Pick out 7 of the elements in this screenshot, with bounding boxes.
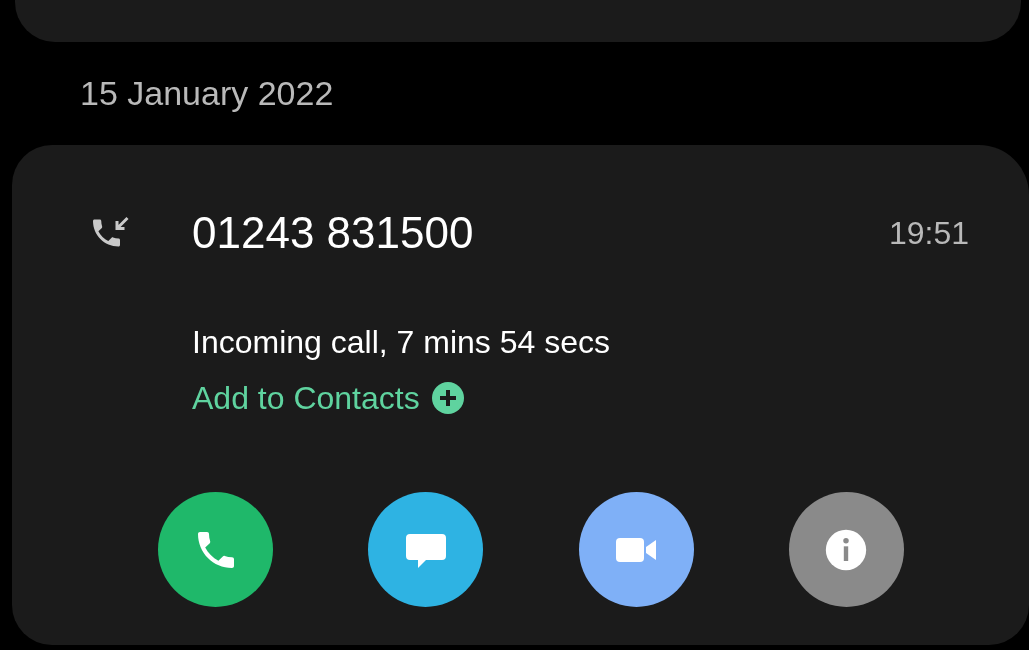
call-description: Incoming call, 7 mins 54 secs xyxy=(192,323,610,362)
phone-number: 01243 831500 xyxy=(192,207,474,259)
info-icon xyxy=(824,527,869,572)
add-to-contacts-link[interactable]: Add to Contacts xyxy=(192,374,464,422)
plus-icon xyxy=(431,382,464,414)
call-time: 19:51 xyxy=(888,214,969,253)
date-header: 15 January 2022 xyxy=(80,73,334,114)
